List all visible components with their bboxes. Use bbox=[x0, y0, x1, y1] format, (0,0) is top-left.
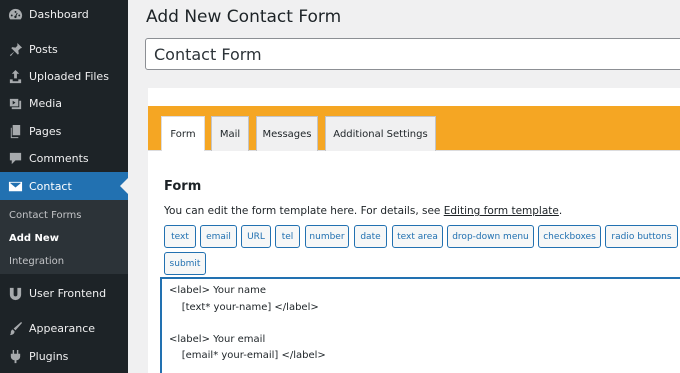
sidebar-item-label: Pages bbox=[29, 124, 62, 138]
editing-form-template-link[interactable]: Editing form template bbox=[444, 205, 559, 217]
plugin-icon bbox=[7, 348, 23, 364]
form-template-editor[interactable]: <label> Your name [text* your-name] </la… bbox=[161, 278, 680, 373]
sidebar-item-user-frontend[interactable]: User Frontend bbox=[0, 279, 128, 307]
tag-button-checkboxes[interactable]: checkboxes bbox=[538, 225, 601, 248]
sidebar-item-pages[interactable]: Pages bbox=[0, 117, 128, 145]
submenu-item-contact-forms[interactable]: Contact Forms bbox=[9, 210, 82, 221]
user-frontend-icon bbox=[7, 285, 23, 301]
mail-icon bbox=[7, 178, 23, 194]
editor-line: [text* your-name] </label> bbox=[169, 302, 319, 313]
tag-button-date[interactable]: date bbox=[354, 225, 387, 248]
submenu-item-integration[interactable]: Integration bbox=[9, 256, 64, 267]
section-heading: Form bbox=[164, 179, 202, 194]
sidebar-item-contact[interactable]: Contact bbox=[0, 172, 128, 200]
tag-button-text-area[interactable]: text area bbox=[392, 225, 443, 248]
sidebar-item-label: User Frontend bbox=[29, 286, 107, 300]
sidebar-item-media[interactable]: Media bbox=[0, 89, 128, 117]
sidebar-item-posts[interactable]: Posts bbox=[0, 35, 128, 63]
editor-line: <label> Your email bbox=[169, 334, 266, 345]
sidebar-item-uploaded-files[interactable]: Uploaded Files bbox=[0, 62, 128, 90]
sidebar-item-appearance[interactable]: Appearance bbox=[0, 314, 128, 342]
pages-icon bbox=[7, 123, 23, 139]
sidebar-item-label: Appearance bbox=[29, 321, 96, 335]
editor-line: <label> Your name bbox=[169, 285, 267, 296]
description-suffix: . bbox=[558, 205, 563, 217]
tag-button-number[interactable]: number bbox=[305, 225, 349, 248]
submenu-item-add-new[interactable]: Add New bbox=[9, 233, 59, 244]
tag-button-url[interactable]: URL bbox=[241, 225, 271, 248]
sidebar-item-plugins[interactable]: Plugins bbox=[0, 342, 128, 370]
sidebar-item-label: Uploaded Files bbox=[29, 69, 109, 83]
tag-button-tel[interactable]: tel bbox=[275, 225, 300, 248]
form-title-input[interactable]: Contact Form bbox=[145, 38, 680, 70]
brush-icon bbox=[7, 320, 23, 336]
tab-mail[interactable]: Mail bbox=[211, 116, 249, 151]
tab-additional-settings[interactable]: Additional Settings bbox=[325, 116, 436, 151]
sidebar-item-label: Contact bbox=[29, 179, 72, 193]
tab-label: Additional Settings bbox=[333, 128, 428, 140]
tag-button-submit[interactable]: submit bbox=[164, 252, 206, 275]
sidebar-item-label: Plugins bbox=[29, 349, 69, 363]
dashboard-icon bbox=[7, 6, 23, 22]
tab-label: Messages bbox=[262, 128, 312, 140]
sidebar-item-label: Media bbox=[29, 96, 63, 110]
tag-button-email[interactable]: email bbox=[200, 225, 237, 248]
editor-line: [email* your-email] </label> bbox=[169, 350, 326, 361]
tag-button-drop-down-menu[interactable]: drop-down menu bbox=[447, 225, 534, 248]
tab-label: Form bbox=[170, 129, 196, 140]
tab-messages[interactable]: Messages bbox=[256, 116, 318, 151]
sidebar-item-dashboard[interactable]: Dashboard bbox=[0, 0, 128, 28]
page-title: Add New Contact Form bbox=[146, 7, 342, 27]
description-text: You can edit the form template here. For… bbox=[164, 205, 444, 217]
upload-icon bbox=[7, 68, 23, 84]
sidebar-item-label: Comments bbox=[29, 151, 89, 165]
tag-button-radio-buttons[interactable]: radio buttons bbox=[605, 225, 678, 248]
tab-label: Mail bbox=[219, 128, 241, 140]
tag-button-text[interactable]: text bbox=[164, 225, 196, 248]
form-description: You can edit the form template here. For… bbox=[164, 205, 562, 217]
comment-icon bbox=[7, 150, 23, 166]
sidebar-item-label: Dashboard bbox=[29, 7, 89, 21]
pin-icon bbox=[7, 41, 23, 57]
sidebar-item-comments[interactable]: Comments bbox=[0, 144, 128, 172]
tab-form[interactable]: Form bbox=[161, 116, 205, 152]
form-title-value: Contact Form bbox=[154, 44, 262, 64]
media-icon bbox=[7, 95, 23, 111]
sidebar-item-label: Posts bbox=[29, 42, 58, 56]
